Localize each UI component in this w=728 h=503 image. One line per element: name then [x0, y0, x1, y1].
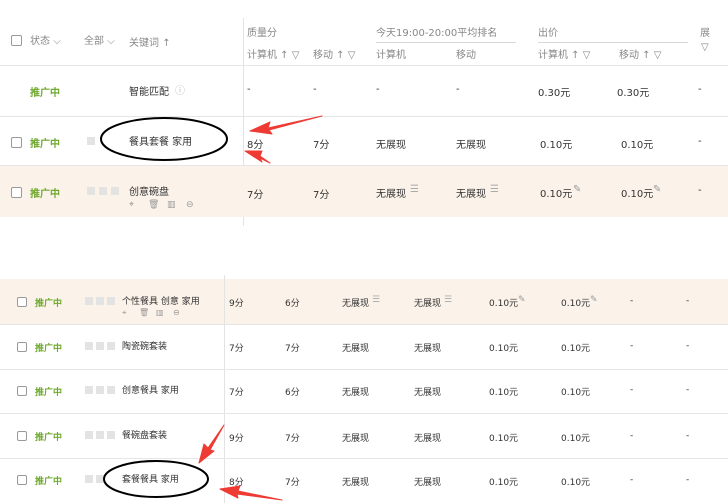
arrow-icon: [198, 424, 225, 464]
highlight-ellipse: [103, 460, 209, 498]
highlight-ellipse: [100, 117, 228, 161]
arrow-icon: [219, 485, 283, 501]
arrow-icon: [244, 150, 271, 164]
arrow-icon: [249, 115, 323, 135]
annotation-overlay: [100, 115, 323, 501]
